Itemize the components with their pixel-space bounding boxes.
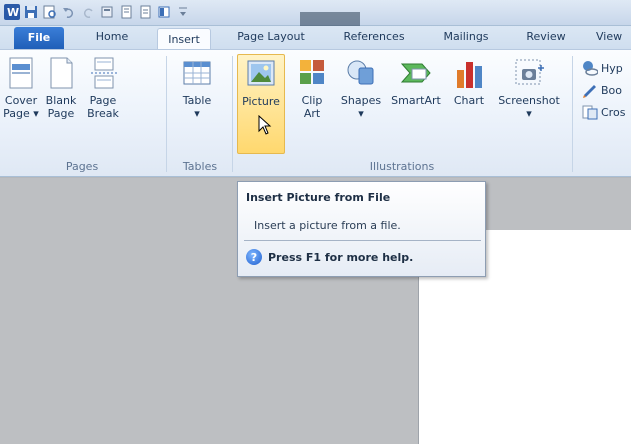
blank-page-icon [50,57,73,89]
tooltip-help: ? Press F1 for more help. [246,249,413,265]
redo-icon[interactable] [80,4,96,20]
tooltip-help-text: Press F1 for more help. [268,250,414,264]
document-icon[interactable] [118,4,134,20]
bookmark-icon [583,85,596,98]
table-button[interactable]: Table ▾ [174,54,220,120]
group-label-illustrations: Illustrations [369,160,435,173]
picture-tooltip: Insert Picture from File Insert a pictur… [237,181,486,277]
word-logo-icon[interactable]: W [4,4,20,20]
cover-page-button[interactable]: Cover Page ▾ [2,54,40,120]
picture-button[interactable]: Picture [237,54,285,154]
chart-label: Chart [453,94,485,107]
customize-qat-icon[interactable] [175,4,191,20]
smartart-icon [400,63,431,83]
print-preview-icon[interactable] [42,4,58,20]
picture-label: Picture [242,95,280,108]
tab-references[interactable]: References [338,26,410,49]
table-label: Table ▾ [182,94,212,120]
shapes-button[interactable]: Shapes ▾ [338,54,384,120]
clip-art-label: Clip Art [301,94,323,120]
hyperlink-icon [583,61,598,76]
hyperlink-button[interactable]: Hyp [582,60,623,76]
page-break-button[interactable]: Page Break [81,54,125,120]
chart-button[interactable]: Chart [448,54,490,107]
table-icon [183,61,211,85]
save-icon[interactable] [23,4,39,20]
clip-art-icon [300,60,324,84]
screenshot-icon [515,59,544,85]
blank-page-label: Blank Page [45,94,77,120]
ribbon-tabs: File Home Insert Page Layout References … [0,26,631,50]
svg-text:W: W [7,6,19,19]
page-break-label: Page Break [87,94,119,120]
tab-file[interactable]: File [14,27,64,49]
quick-access-toolbar: W [4,4,191,20]
tab-review[interactable]: Review [521,26,571,49]
chart-icon [457,62,482,88]
group-divider [232,56,233,172]
smartart-label: SmartArt [391,94,441,107]
tooltip-title: Insert Picture from File [246,191,391,204]
cover-page-label: Cover Page ▾ [3,94,39,120]
bookmark-button[interactable]: Boo [582,82,622,98]
layout-icon[interactable] [156,4,172,20]
hyperlink-label: Hyp [601,61,623,75]
mouse-pointer-icon [258,115,272,135]
blank-page-button[interactable]: Blank Page [43,54,79,120]
group-divider [166,56,167,172]
tab-view[interactable]: View [596,26,631,49]
help-icon: ? [246,249,262,265]
ribbon: Cover Page ▾ Blank Page Page Break Pages… [0,49,631,177]
group-label-pages: Pages [65,160,99,173]
tooltip-description: Insert a picture from a file. [254,219,401,232]
clip-art-button[interactable]: Clip Art [292,54,332,120]
page-break-icon [91,57,117,89]
cross-reference-button[interactable]: Cros [582,104,625,120]
tab-mailings[interactable]: Mailings [436,26,496,49]
title-text-obscured [300,12,360,26]
group-label-tables: Tables [182,160,218,173]
title-bar: W [0,0,631,26]
cross-reference-icon [582,105,598,120]
shapes-icon [347,60,374,85]
cover-page-icon [9,57,33,89]
cross-reference-label: Cros [601,105,626,119]
bookmark-label: Boo [601,83,623,97]
group-divider [572,56,573,172]
picture-icon [247,60,275,86]
page-icon[interactable] [137,4,153,20]
tab-home[interactable]: Home [88,26,136,49]
undo-icon[interactable] [61,4,77,20]
format-painter-icon[interactable] [99,4,115,20]
tab-insert[interactable]: Insert [157,28,211,50]
shapes-label: Shapes ▾ [340,94,382,120]
screenshot-label: Screenshot ▾ [498,94,560,120]
tooltip-divider [244,240,481,241]
smartart-button[interactable]: SmartArt [387,54,445,107]
screenshot-button[interactable]: Screenshot ▾ [493,54,565,120]
tab-page-layout[interactable]: Page Layout [229,26,313,49]
